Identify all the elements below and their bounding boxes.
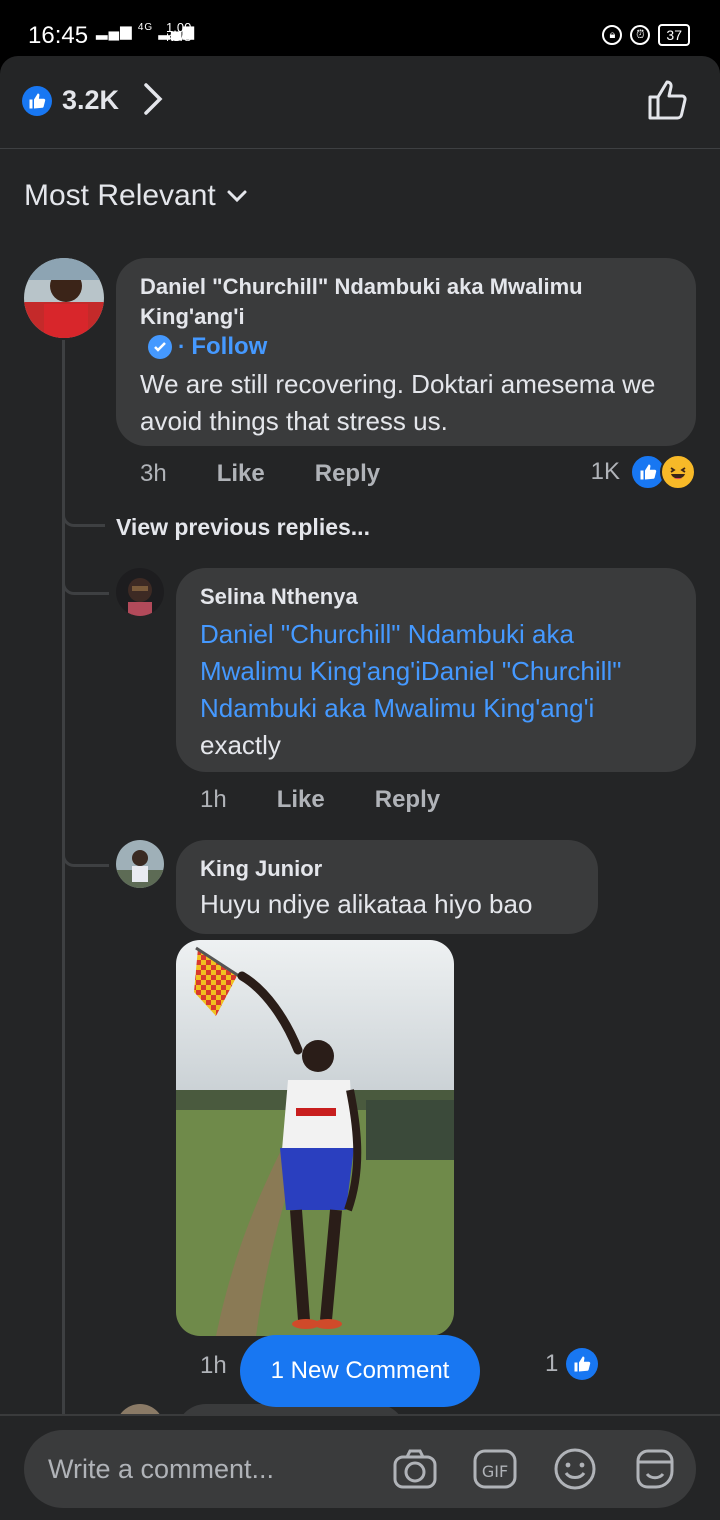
separator-dot: · <box>178 334 186 359</box>
status-time: 16:45 <box>28 22 89 49</box>
reply-text: Huyu ndiye alikataa hiyo bao <box>200 889 533 919</box>
comment-author[interactable]: Daniel "Churchill" Ndambuki aka Mwalimu … <box>140 272 660 332</box>
follow-button[interactable]: Follow <box>191 333 267 361</box>
avatar[interactable] <box>116 568 164 616</box>
avatar[interactable] <box>116 840 164 888</box>
avatar[interactable] <box>24 258 104 338</box>
reply-button[interactable]: Reply <box>315 460 380 488</box>
status-icons: 🔒︎ ⏰︎ 37 <box>602 24 690 46</box>
comment-time: 3h <box>140 460 167 487</box>
chevron-right-icon[interactable] <box>142 82 164 125</box>
lock-icon: 🔒︎ <box>602 25 623 45</box>
comment-input-placeholder: Write a comment... <box>48 1454 275 1484</box>
mention-link[interactable]: Daniel "Churchill" Ndambuki aka Mwalimu … <box>200 619 621 723</box>
status-bar: 16:45 ▂▄▆ 4G ▂▄▆ 1.00 KB/S 🔒︎ ⏰︎ 37 <box>0 0 720 56</box>
verified-badge-icon <box>148 335 172 359</box>
comment-reactions[interactable]: 1K <box>591 454 696 490</box>
reply-actions: 1h Like Reply <box>200 786 440 814</box>
camera-icon[interactable] <box>392 1446 438 1492</box>
sticker-icon[interactable] <box>632 1446 678 1492</box>
reply-author[interactable]: Selina Nthenya <box>200 582 680 612</box>
comment-input[interactable]: Write a comment... GIF <box>24 1430 696 1508</box>
reply-button[interactable]: Reply <box>375 786 440 814</box>
thumbs-up-outline-icon[interactable] <box>646 78 690 127</box>
comments-sheet: 3.2K Most Relevant Daniel "Churchill" Nd… <box>0 56 720 1520</box>
view-previous-replies[interactable]: View previous replies... <box>116 514 370 541</box>
like-button[interactable]: Like <box>217 460 265 488</box>
new-comment-button[interactable]: 1 New Comment <box>240 1335 480 1407</box>
network-speed: 1.00 KB/S <box>166 21 192 44</box>
reply-author[interactable]: King Junior <box>200 854 532 884</box>
reaction-count: 1 <box>545 1350 559 1377</box>
like-icon <box>566 1348 599 1380</box>
reply-bubble[interactable]: King Junior Huyu ndiye alikataa hiyo bao <box>176 840 598 934</box>
signal-bars-icon: ▂▄▆ <box>96 23 133 40</box>
network-type: 4G <box>137 22 154 33</box>
comment-actions: 3h Like Reply <box>140 460 380 488</box>
attached-photo[interactable] <box>176 940 454 1336</box>
comment-composer-bar: Write a comment... GIF <box>0 1414 720 1520</box>
gif-icon[interactable]: GIF <box>472 1446 518 1492</box>
reply-time: 1h <box>200 1352 227 1379</box>
like-button[interactable]: Like <box>277 786 325 814</box>
battery-icon: 37 <box>658 24 690 46</box>
comment-bubble[interactable]: Daniel "Churchill" Ndambuki aka Mwalimu … <box>116 258 696 446</box>
reaction-count: 1K <box>590 458 620 485</box>
comment-text: We are still recovering. Doktari amesema… <box>140 369 656 436</box>
sort-filter-dropdown[interactable]: Most Relevant <box>24 179 248 213</box>
chevron-down-icon <box>227 190 247 203</box>
reply-reactions[interactable]: 1 <box>545 1348 599 1380</box>
emoji-icon[interactable] <box>552 1446 598 1492</box>
like-icon <box>22 86 52 116</box>
reply-text: exactly <box>200 730 281 760</box>
speed-unit: KB/S <box>166 32 192 44</box>
reactions-header: 3.2K <box>0 56 720 149</box>
thread-elbow <box>62 566 109 595</box>
reply-actions: 1h <box>200 1352 227 1380</box>
reply-bubble[interactable]: Selina Nthenya Daniel "Churchill" Ndambu… <box>176 568 696 772</box>
haha-icon <box>660 454 696 490</box>
thread-elbow <box>62 496 105 527</box>
reaction-count[interactable]: 3.2K <box>62 85 119 116</box>
thread-elbow <box>62 838 109 867</box>
svg-text:GIF: GIF <box>482 1462 508 1481</box>
reply-time: 1h <box>200 786 227 813</box>
alarm-icon: ⏰︎ <box>630 25 651 45</box>
sort-filter-label: Most Relevant <box>24 179 216 212</box>
